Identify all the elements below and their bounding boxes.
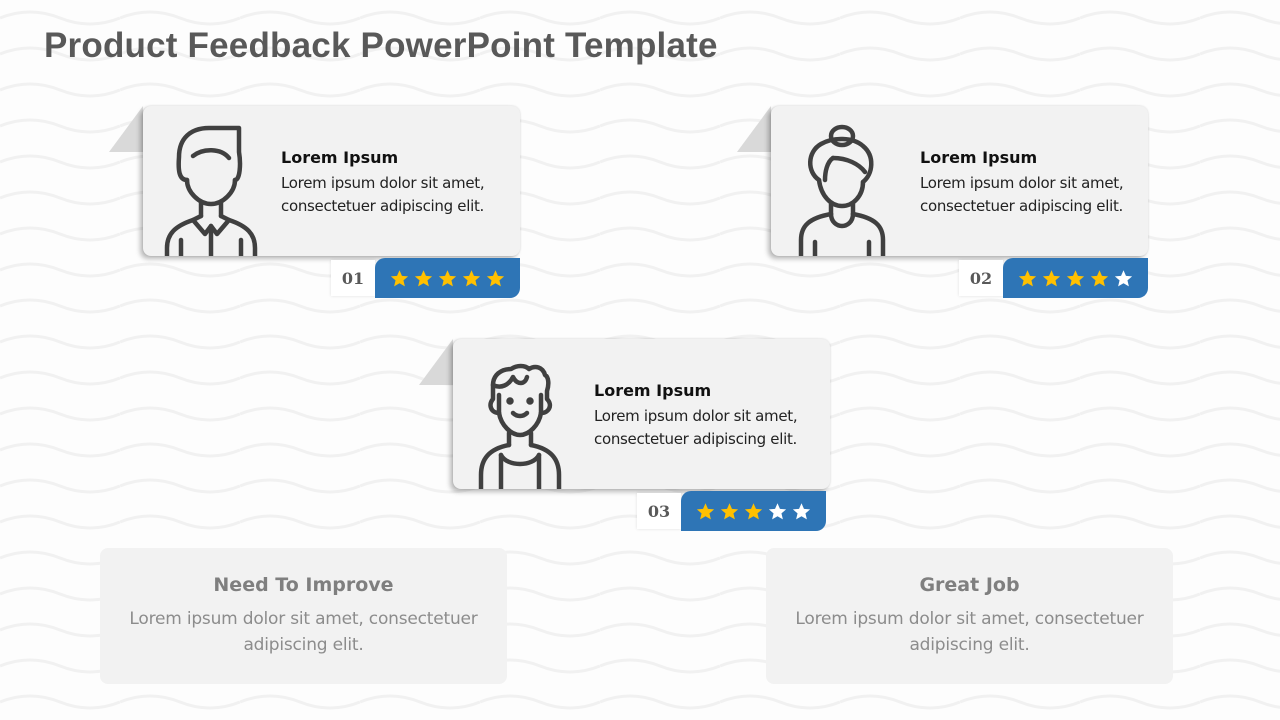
star-filled-icon bbox=[1066, 269, 1085, 286]
review-text-line-2: consectetuer adipiscing elit. bbox=[594, 430, 797, 448]
summary-text: Lorem ipsum dolor sit amet, consectetuer… bbox=[795, 609, 1144, 655]
review-number: 03 bbox=[637, 493, 681, 529]
man-with-collar-icon bbox=[151, 122, 261, 256]
rating-row: 01 bbox=[331, 258, 520, 298]
review-heading: Lorem Ipsum bbox=[594, 381, 712, 400]
young-man-smiling-icon bbox=[461, 355, 571, 489]
star-empty-icon bbox=[768, 502, 787, 519]
review-heading: Lorem Ipsum bbox=[281, 148, 399, 167]
summary-title: Great Job bbox=[919, 574, 1020, 596]
star-empty-icon bbox=[1114, 269, 1133, 286]
star-filled-icon bbox=[1090, 269, 1109, 286]
star-filled-icon bbox=[462, 269, 481, 286]
review-text-line-1: Lorem ipsum dolor sit amet, bbox=[594, 407, 798, 425]
star-filled-icon bbox=[390, 269, 409, 286]
star-rating bbox=[681, 491, 826, 531]
review-card-body: Lorem Ipsum Lorem ipsum dolor sit amet, … bbox=[453, 339, 830, 489]
review-heading: Lorem Ipsum bbox=[920, 148, 1038, 167]
slide-title: Product Feedback PowerPoint Template bbox=[44, 26, 718, 65]
card-tab-decoration bbox=[737, 106, 771, 152]
review-text-line-1: Lorem ipsum dolor sit amet, bbox=[920, 174, 1124, 192]
review-number: 02 bbox=[959, 260, 1003, 296]
summary-text: Lorem ipsum dolor sit amet, consectetuer… bbox=[129, 609, 478, 655]
star-filled-icon bbox=[696, 502, 715, 519]
star-rating bbox=[1003, 258, 1148, 298]
star-rating bbox=[375, 258, 520, 298]
star-filled-icon bbox=[744, 502, 763, 519]
star-filled-icon bbox=[438, 269, 457, 286]
star-filled-icon bbox=[1042, 269, 1061, 286]
review-number: 01 bbox=[331, 260, 375, 296]
star-filled-icon bbox=[414, 269, 433, 286]
summary-title: Need To Improve bbox=[213, 574, 394, 596]
review-text-line-2: consectetuer adipiscing elit. bbox=[920, 197, 1123, 215]
card-tab-decoration bbox=[109, 106, 143, 152]
summary-need-to-improve: Need To Improve Lorem ipsum dolor sit am… bbox=[100, 548, 507, 684]
woman-with-bun-icon bbox=[779, 122, 889, 256]
summary-great-job: Great Job Lorem ipsum dolor sit amet, co… bbox=[766, 548, 1173, 684]
card-tab-decoration bbox=[419, 339, 453, 385]
review-card-body: Lorem Ipsum Lorem ipsum dolor sit amet, … bbox=[771, 106, 1148, 256]
rating-row: 02 bbox=[959, 258, 1148, 298]
review-card-body: Lorem Ipsum Lorem ipsum dolor sit amet, … bbox=[143, 106, 520, 256]
star-filled-icon bbox=[1018, 269, 1037, 286]
review-text-line-2: consectetuer adipiscing elit. bbox=[281, 197, 484, 215]
star-filled-icon bbox=[486, 269, 505, 286]
star-filled-icon bbox=[720, 502, 739, 519]
review-text-line-1: Lorem ipsum dolor sit amet, bbox=[281, 174, 485, 192]
star-empty-icon bbox=[792, 502, 811, 519]
rating-row: 03 bbox=[637, 491, 826, 531]
